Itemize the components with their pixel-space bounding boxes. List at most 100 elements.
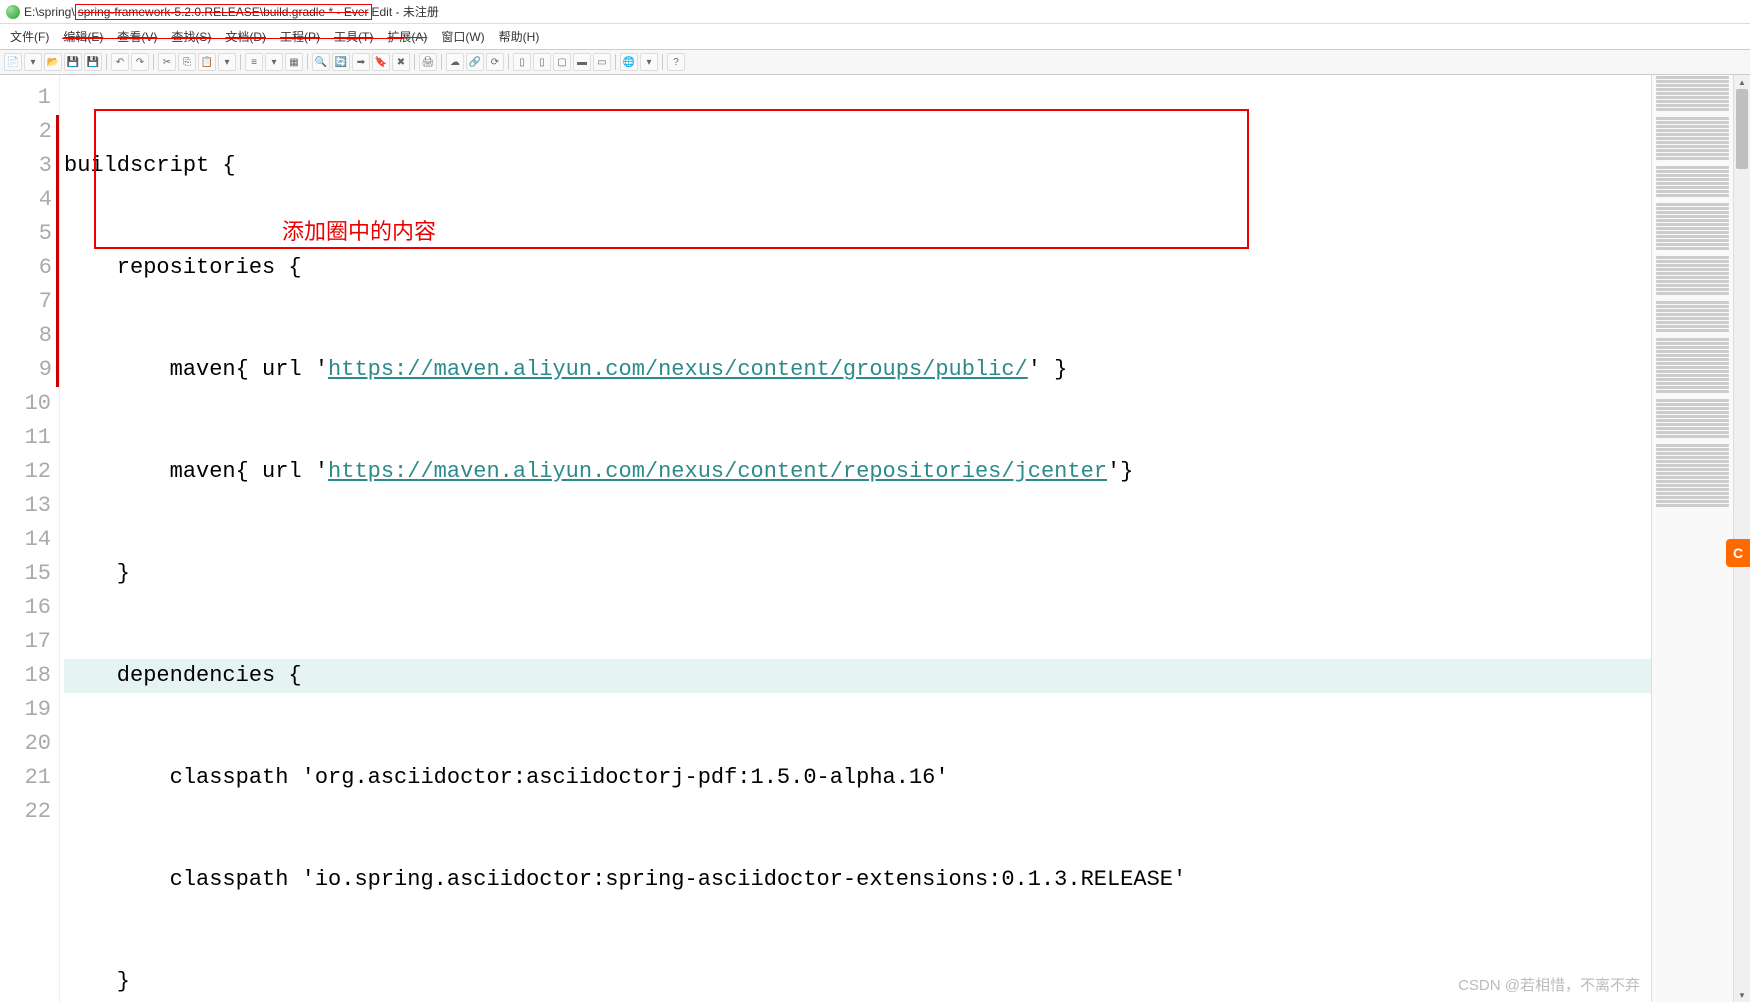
share-icon[interactable]: ☁ (446, 53, 464, 71)
save-icon[interactable]: 💾 (64, 53, 82, 71)
minimap-block (1652, 399, 1733, 438)
panel3-icon[interactable]: ▢ (553, 53, 571, 71)
wrap-icon[interactable]: ▦ (285, 53, 303, 71)
code-line: maven{ url 'https://maven.aliyun.com/nex… (64, 455, 1651, 489)
minimap-block (1652, 203, 1733, 250)
line-number: 11 (0, 421, 51, 455)
line-number: 10 (0, 387, 51, 421)
indent-icon[interactable]: ≡ (245, 53, 263, 71)
link-icon[interactable]: 🔗 (466, 53, 484, 71)
open-icon[interactable]: 📂 (44, 53, 62, 71)
save-all-icon[interactable]: 💾 (84, 53, 102, 71)
line-number: 18 (0, 659, 51, 693)
code-line: classpath 'org.asciidoctor:asciidoctorj-… (64, 761, 1651, 795)
browser-icon[interactable]: 🌐 (620, 53, 638, 71)
toolbar-separator (153, 54, 154, 70)
dropdown-icon[interactable]: ▾ (24, 53, 42, 71)
menu-doc[interactable]: 文档(D) (219, 26, 272, 47)
line-number: 6 (0, 251, 59, 285)
toolbar-separator (441, 54, 442, 70)
menu-window[interactable]: 窗口(W) (435, 26, 490, 47)
panel2-icon[interactable]: ▯ (533, 53, 551, 71)
code-line: } (64, 557, 1651, 591)
toolbar-separator (615, 54, 616, 70)
line-number: 14 (0, 523, 51, 557)
bookmark-icon[interactable]: 🔖 (372, 53, 390, 71)
url-link[interactable]: https://maven.aliyun.com/nexus/content/g… (328, 357, 1028, 382)
line-number: 12 (0, 455, 51, 489)
menu-bar: 文件(F) 编辑(E) 查看(V) 查找(S) 文档(D) 工程(P) 工具(T… (0, 24, 1750, 50)
clear-bookmark-icon[interactable]: ✖ (392, 53, 410, 71)
panel1-icon[interactable]: ▯ (513, 53, 531, 71)
line-number: 9 (0, 353, 59, 387)
menu-view[interactable]: 查看(V) (111, 26, 163, 47)
line-number: 17 (0, 625, 51, 659)
code-line: buildscript { (64, 149, 1651, 183)
redo-icon[interactable]: ↷ (131, 53, 149, 71)
line-number: 7 (0, 285, 59, 319)
line-number: 21 (0, 761, 51, 795)
line-number: 4 (0, 183, 59, 217)
undo-icon[interactable]: ↶ (111, 53, 129, 71)
line-number: 1 (0, 81, 51, 115)
scroll-thumb[interactable] (1736, 89, 1748, 169)
minimap-block (1652, 76, 1733, 111)
menu-file[interactable]: 文件(F) (4, 26, 55, 47)
find-icon[interactable]: 🔍 (312, 53, 330, 71)
minimap-block (1652, 444, 1733, 507)
code-line: } (64, 965, 1651, 999)
line-number: 19 (0, 693, 51, 727)
toolbar-separator (307, 54, 308, 70)
line-number: 5 (0, 217, 59, 251)
side-badge-icon[interactable]: C (1726, 539, 1750, 567)
scroll-up-icon[interactable]: ▲ (1734, 75, 1750, 89)
code-line: repositories { (64, 251, 1651, 285)
toolbar-separator (662, 54, 663, 70)
paste-icon[interactable]: 📋 (198, 53, 216, 71)
code-line-highlighted: dependencies { (64, 659, 1651, 693)
refresh-icon[interactable]: ⟳ (486, 53, 504, 71)
toolbar-separator (414, 54, 415, 70)
menu-ext[interactable]: 扩展(A) (381, 26, 433, 47)
title-bar: E:\spring\spring-framework-5.2.0.RELEASE… (0, 0, 1750, 24)
goto-icon[interactable]: ➡ (352, 53, 370, 71)
line-number: 15 (0, 557, 51, 591)
help-icon[interactable]: ? (667, 53, 685, 71)
menu-search[interactable]: 查找(S) (165, 26, 217, 47)
line-number: 3 (0, 149, 59, 183)
minimap-block (1652, 117, 1733, 160)
line-number: 8 (0, 319, 59, 353)
line-number: 16 (0, 591, 51, 625)
new-file-icon[interactable]: 📄 (4, 53, 22, 71)
line-number: 2 (0, 115, 59, 149)
editor-area: 1 2 3 4 5 6 7 8 9 10 11 12 13 14 15 16 1… (0, 75, 1750, 1002)
indent-dropdown-icon[interactable]: ▾ (265, 53, 283, 71)
line-number-gutter: 1 2 3 4 5 6 7 8 9 10 11 12 13 14 15 16 1… (0, 75, 60, 1002)
print-icon[interactable]: 🖨 (419, 53, 437, 71)
code-editor[interactable]: buildscript { repositories { maven{ url … (60, 75, 1651, 1002)
url-link[interactable]: https://maven.aliyun.com/nexus/content/r… (328, 459, 1107, 484)
window-title: E:\spring\spring-framework-5.2.0.RELEASE… (24, 3, 439, 20)
paste-dropdown-icon[interactable]: ▾ (218, 53, 236, 71)
panel4-icon[interactable]: ▬ (573, 53, 591, 71)
minimap[interactable] (1651, 75, 1733, 1002)
toolbar: 📄 ▾ 📂 💾 💾 ↶ ↷ ✂ ⎘ 📋 ▾ ≡ ▾ ▦ 🔍 🔄 ➡ 🔖 ✖ 🖨 … (0, 50, 1750, 75)
minimap-block (1652, 301, 1733, 332)
toolbar-separator (508, 54, 509, 70)
cut-icon[interactable]: ✂ (158, 53, 176, 71)
browser-dropdown-icon[interactable]: ▾ (640, 53, 658, 71)
copy-icon[interactable]: ⎘ (178, 53, 196, 71)
line-number: 22 (0, 795, 51, 829)
code-line: classpath 'io.spring.asciidoctor:spring-… (64, 863, 1651, 897)
line-number: 13 (0, 489, 51, 523)
minimap-block (1652, 256, 1733, 295)
menu-tools[interactable]: 工具(T) (328, 26, 379, 47)
panel5-icon[interactable]: ▭ (593, 53, 611, 71)
toolbar-separator (240, 54, 241, 70)
replace-icon[interactable]: 🔄 (332, 53, 350, 71)
scroll-down-icon[interactable]: ▼ (1734, 988, 1750, 1002)
menu-help[interactable]: 帮助(H) (493, 26, 546, 47)
menu-project[interactable]: 工程(P) (274, 26, 326, 47)
app-icon (6, 5, 20, 19)
menu-edit[interactable]: 编辑(E) (57, 26, 109, 47)
